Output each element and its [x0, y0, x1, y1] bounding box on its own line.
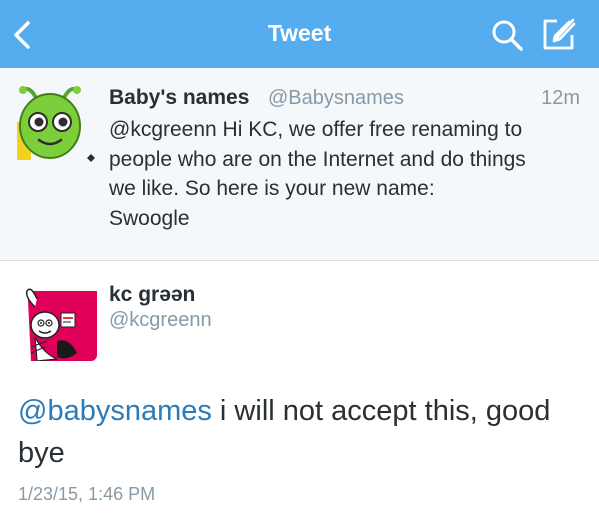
- search-button[interactable]: [490, 18, 524, 52]
- compose-icon: [543, 18, 576, 50]
- compose-button[interactable]: [541, 17, 577, 51]
- main-author-name[interactable]: kc grəən: [109, 283, 195, 307]
- main-tweet-text: @babysnames i will not accept this, good…: [18, 390, 578, 474]
- parent-tweet-text: @kcgreenn Hi KC, we offer free renaming …: [109, 118, 526, 230]
- cartoon-character-avatar: [17, 281, 97, 361]
- green-alien-avatar: [17, 86, 95, 162]
- parent-author-handle[interactable]: @Babysnames: [268, 87, 404, 110]
- avatar[interactable]: [17, 82, 97, 162]
- main-author-handle[interactable]: @kcgreenn: [109, 309, 212, 332]
- tweet-date: 1/23/15, 1:46 PM: [18, 484, 156, 504]
- mention-link[interactable]: @babysnames: [18, 395, 212, 427]
- search-icon: [492, 20, 523, 51]
- navigation-bar: Tweet: [0, 0, 599, 68]
- parent-timestamp: 12m: [541, 87, 580, 109]
- parent-author-name[interactable]: Baby's names: [109, 86, 249, 110]
- avatar[interactable]: [17, 281, 97, 361]
- divider: [0, 260, 599, 261]
